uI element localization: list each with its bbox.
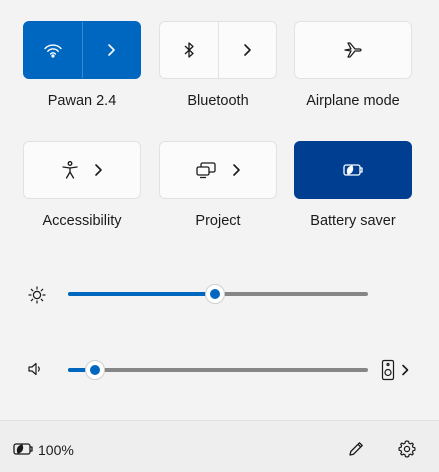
battery-saver-icon <box>341 162 365 178</box>
airplane-mode-tile[interactable] <box>294 21 412 79</box>
bluetooth-toggle[interactable] <box>160 22 218 78</box>
project-tile[interactable] <box>159 141 277 199</box>
edit-icon[interactable] <box>347 440 365 458</box>
bluetooth-icon <box>183 41 195 59</box>
bluetooth-label: Bluetooth <box>187 93 249 109</box>
chevron-right-icon <box>401 364 409 376</box>
chevron-right-icon <box>242 43 252 57</box>
battery-saver-tile[interactable] <box>294 141 412 199</box>
chevron-right-icon <box>93 163 103 177</box>
wifi-toggle[interactable] <box>24 22 82 78</box>
volume-slider[interactable] <box>64 360 372 380</box>
chevron-right-icon <box>106 43 116 57</box>
chevron-right-icon <box>231 163 241 177</box>
wifi-icon <box>43 42 63 58</box>
settings-gear-icon[interactable] <box>397 439 417 459</box>
project-label: Project <box>195 213 241 229</box>
brightness-thumb[interactable] <box>205 284 225 304</box>
battery-saver-label: Battery saver <box>310 213 396 229</box>
brightness-fill <box>68 292 215 296</box>
volume-thumb[interactable] <box>85 360 105 380</box>
speaker-icon[interactable] <box>27 361 43 377</box>
battery-percentage: 100% <box>38 442 74 458</box>
speaker-device-icon <box>381 359 395 381</box>
project-icon <box>195 161 217 179</box>
wifi-expand-button[interactable] <box>83 22 141 78</box>
airplane-mode-label: Airplane mode <box>306 93 400 109</box>
bluetooth-tile[interactable] <box>159 21 277 79</box>
wifi-tile[interactable] <box>23 21 141 79</box>
battery-icon[interactable] <box>11 441 35 457</box>
bluetooth-expand-button[interactable] <box>219 22 277 78</box>
audio-output-button[interactable] <box>381 359 409 381</box>
accessibility-icon <box>61 160 79 180</box>
brightness-icon <box>28 286 46 304</box>
volume-track <box>68 368 368 372</box>
airplane-icon <box>343 40 363 60</box>
brightness-slider[interactable] <box>64 284 372 304</box>
accessibility-tile[interactable] <box>23 141 141 199</box>
accessibility-label: Accessibility <box>42 213 122 229</box>
wifi-label: Pawan 2.4 <box>47 93 117 109</box>
